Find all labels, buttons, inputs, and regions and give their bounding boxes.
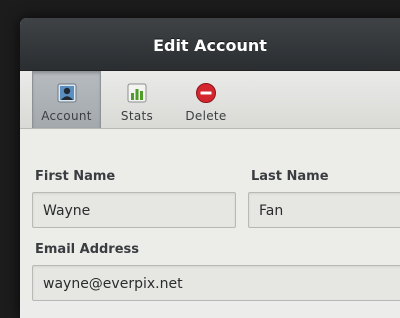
delete-tab-label: Delete <box>185 109 227 123</box>
account-tab-label: Account <box>41 109 92 123</box>
first-name-label: First Name <box>35 169 116 184</box>
last-name-label: Last Name <box>251 169 329 184</box>
last-name-field[interactable]: Fan <box>248 192 400 228</box>
account-form: First Name Wayne Last Name Fan Email Add… <box>20 129 400 301</box>
email-address-label: Email Address <box>35 242 140 257</box>
account-tab[interactable]: Account <box>32 71 101 128</box>
delete-icon <box>196 83 216 103</box>
edit-account-window: Edit Account Account Stats Delete First … <box>20 18 400 318</box>
title-bar: Edit Account <box>20 18 400 71</box>
toolbar: Account Stats Delete <box>20 71 400 129</box>
account-icon <box>57 83 76 103</box>
stats-tab[interactable]: Stats <box>114 71 160 128</box>
delete-tab[interactable]: Delete <box>180 71 232 128</box>
email-address-field[interactable]: wayne@everpix.net <box>32 265 400 301</box>
stats-icon <box>127 83 147 103</box>
stats-tab-label: Stats <box>120 109 154 123</box>
window-title: Edit Account <box>153 36 267 55</box>
first-name-field[interactable]: Wayne <box>32 192 236 228</box>
